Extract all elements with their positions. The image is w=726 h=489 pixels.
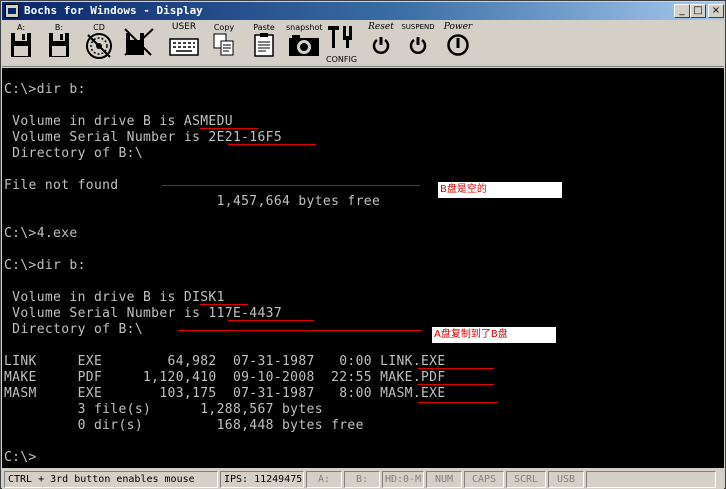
indicator-floppy-b: B: xyxy=(344,471,380,488)
copy-label: Copy xyxy=(213,23,235,32)
reset-button[interactable]: Reset xyxy=(364,21,398,67)
title-bar[interactable]: Bochs for Windows - Display _ □ × xyxy=(2,2,724,20)
console-display[interactable]: C:\>dir b: Volume in drive B is ASMEDU V… xyxy=(2,68,724,468)
pointer-line-copied xyxy=(178,330,422,331)
cdrom-button[interactable]: CD xyxy=(84,21,114,67)
app-icon xyxy=(5,4,19,18)
console-line: C:\>dir b: xyxy=(4,258,86,273)
snapshot-button[interactable]: snapshot xyxy=(286,21,323,67)
floppy-a-button[interactable]: A: xyxy=(6,21,36,67)
user-button[interactable]: USER xyxy=(168,21,200,67)
config-icon xyxy=(328,26,352,48)
console-line: Directory of B:\ xyxy=(4,146,144,161)
ips-counter: IPS: 112494755 xyxy=(220,471,304,488)
underline-make xyxy=(418,384,494,385)
console-line: Volume in drive B is DISK1 xyxy=(4,290,225,305)
power-button[interactable]: Power xyxy=(440,21,476,67)
console-line: C:\>dir b: xyxy=(4,82,86,97)
toolbar: A: B: CD USER Copy Paste snapshot CONFIG… xyxy=(2,21,724,67)
console-line: Volume in drive B is ASMEDU xyxy=(4,114,233,129)
maximize-button[interactable]: □ xyxy=(690,4,706,18)
cdrom-disabled-icon xyxy=(124,28,154,56)
underline-volume-label-2 xyxy=(200,304,248,305)
indicator-hd: HD:0-M xyxy=(382,471,424,488)
copy-icon xyxy=(213,33,234,56)
console-line: MASM EXE 103,175 07-31-1987 8:00 MASM.EX… xyxy=(4,386,446,401)
console-line: 0 dir(s) 168,448 bytes free xyxy=(4,418,364,433)
annotation-copied: A盘复制到了B盘 xyxy=(432,327,556,343)
underline-link xyxy=(418,368,494,369)
config-button[interactable]: CONFIG xyxy=(326,21,358,67)
minimize-button[interactable]: _ xyxy=(674,4,690,18)
copy-button[interactable]: Copy xyxy=(210,21,238,67)
suspend-label: SUSPEND xyxy=(401,23,435,31)
underline-serial xyxy=(228,144,316,145)
console-line: C:\> xyxy=(4,450,37,465)
reset-label: Reset xyxy=(368,22,394,32)
status-blank xyxy=(586,471,716,488)
console-line: 1,457,664 bytes free xyxy=(4,194,381,209)
indicator-num: NUM xyxy=(426,471,462,488)
indicator-usb: USB xyxy=(548,471,584,488)
snapshot-label: snapshot xyxy=(286,23,323,32)
floppy-b-label: B: xyxy=(54,23,64,32)
console-line: LINK EXE 64,982 07-31-1987 0:00 LINK.EXE xyxy=(4,354,446,369)
console-line: C:\>4.exe xyxy=(4,226,78,241)
cdrom-label: CD xyxy=(93,23,105,32)
underline-serial-2 xyxy=(228,320,314,321)
power-icon xyxy=(447,34,469,56)
power-label: Power xyxy=(443,22,473,32)
pointer-line-empty xyxy=(162,185,420,186)
config-label: CONFIG xyxy=(326,55,358,64)
floppy-a-label: A: xyxy=(16,23,26,32)
keyboard-icon xyxy=(169,38,199,56)
annotation-empty: B盘是空的 xyxy=(438,182,562,198)
paste-icon xyxy=(254,33,274,57)
indicator-caps: CAPS xyxy=(464,471,504,488)
bochs-window: Bochs for Windows - Display _ □ × A: B: … xyxy=(0,0,726,489)
indicator-floppy-a: A: xyxy=(306,471,342,488)
status-message: CTRL + 3rd button enables mouse xyxy=(4,471,218,488)
suspend-icon xyxy=(409,37,427,54)
camera-icon xyxy=(289,35,319,56)
window-title: Bochs for Windows - Display xyxy=(24,4,203,17)
paste-button[interactable]: Paste xyxy=(250,21,278,67)
floppy-b-button[interactable]: B: xyxy=(44,21,74,67)
console-line: MAKE PDF 1,120,410 09-10-2008 22:55 MAKE… xyxy=(4,370,446,385)
cdrom-disabled-button[interactable] xyxy=(122,21,156,67)
console-line: 3 file(s) 1,288,567 bytes xyxy=(4,402,323,417)
console-line: File not found xyxy=(4,178,119,193)
reset-icon xyxy=(372,37,390,54)
console-line: Directory of B:\ xyxy=(4,322,144,337)
cdrom-icon xyxy=(86,33,112,59)
suspend-button[interactable]: SUSPEND xyxy=(400,21,436,67)
user-label: USER xyxy=(171,22,197,32)
indicator-scrl: SCRL xyxy=(506,471,546,488)
underline-masm xyxy=(418,402,498,403)
close-button[interactable]: × xyxy=(708,4,724,18)
floppy-a-icon xyxy=(11,33,31,57)
floppy-b-icon xyxy=(49,33,69,57)
underline-volume-label xyxy=(200,128,258,129)
paste-label: Paste xyxy=(253,23,275,32)
status-bar: CTRL + 3rd button enables mouse IPS: 112… xyxy=(2,470,724,489)
